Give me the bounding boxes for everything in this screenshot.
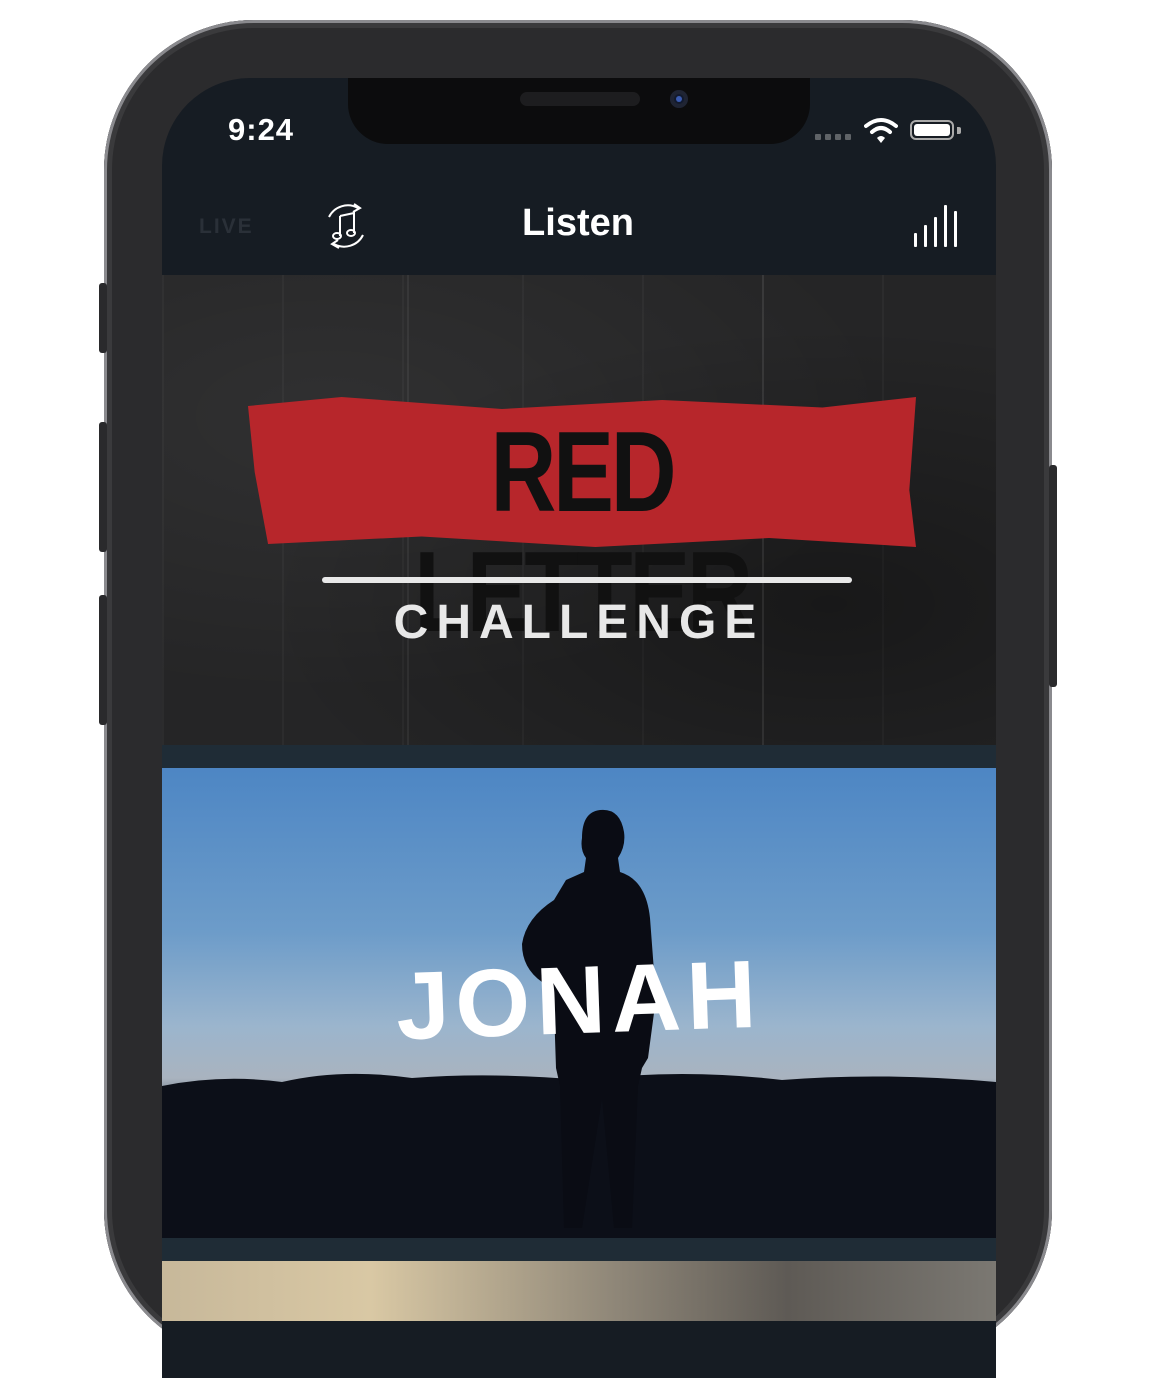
power-button xyxy=(1049,465,1057,687)
wifi-icon xyxy=(864,118,898,143)
divider xyxy=(322,577,852,583)
series-card-red-letter[interactable]: RED LETTER CHALLENGE xyxy=(162,275,996,745)
live-tab[interactable]: LIVE xyxy=(199,215,254,239)
volume-down-button xyxy=(99,595,107,725)
card-separator xyxy=(162,1238,996,1261)
music-note-refresh-icon[interactable] xyxy=(320,200,372,252)
mute-switch xyxy=(99,283,107,353)
series-card-next[interactable] xyxy=(162,1261,996,1321)
status-time: 9:24 xyxy=(228,112,295,147)
series-card-jonah[interactable]: JONAH xyxy=(162,768,996,1238)
notch xyxy=(348,78,810,144)
equalizer-icon[interactable] xyxy=(914,205,962,247)
series-subtitle: CHALLENGE xyxy=(393,596,765,649)
battery-icon xyxy=(910,120,962,142)
card-separator xyxy=(162,745,996,768)
volume-up-button xyxy=(99,422,107,552)
signal-icon xyxy=(815,134,855,142)
page-title: Listen xyxy=(522,202,634,244)
speaker-grille xyxy=(520,92,640,106)
front-camera xyxy=(670,90,688,108)
